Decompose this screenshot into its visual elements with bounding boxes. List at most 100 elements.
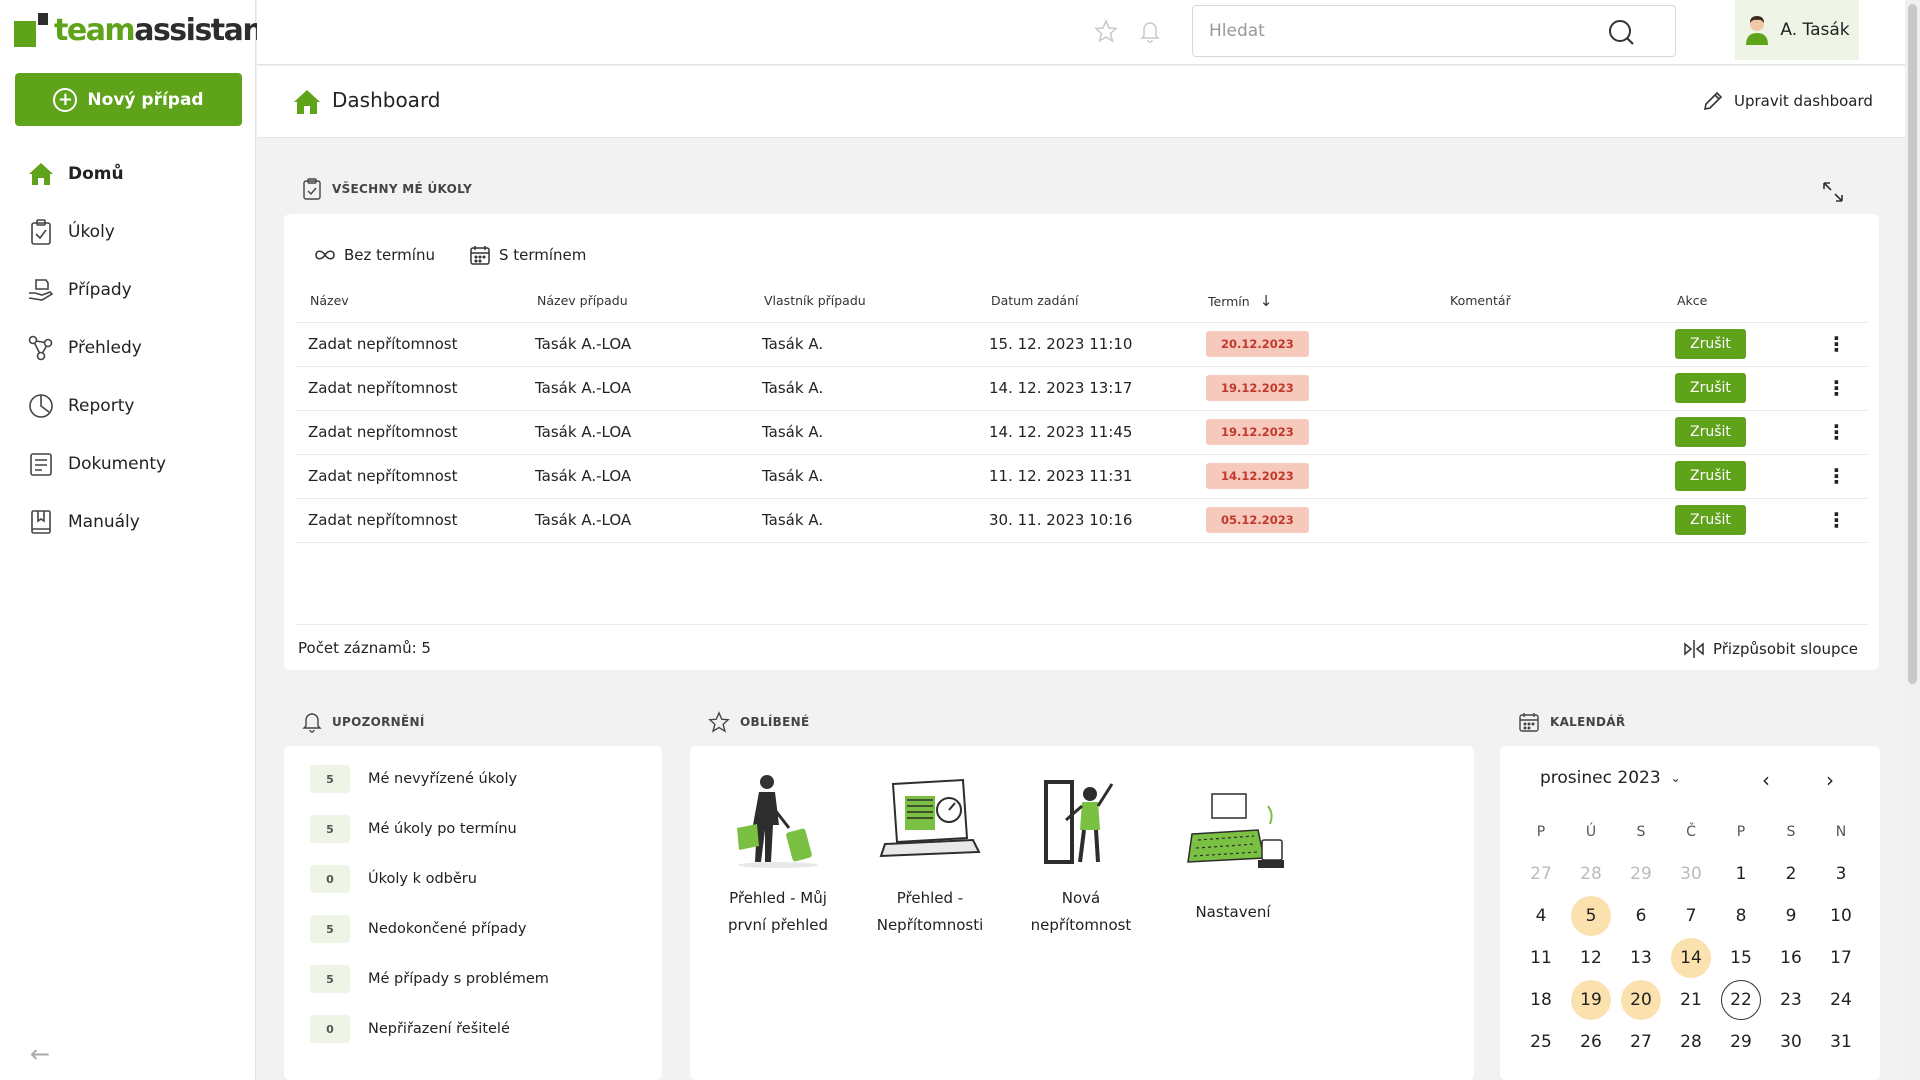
calendar-day[interactable]: 10 bbox=[1816, 895, 1866, 937]
more-vertical-icon[interactable]: ⋮ bbox=[1805, 332, 1868, 356]
calendar-day[interactable]: 28 bbox=[1566, 853, 1616, 895]
calendar-day[interactable]: 27 bbox=[1616, 1021, 1666, 1063]
table-row[interactable]: Zadat nepřítomnost Tasák A.-LOA Tasák A.… bbox=[296, 321, 1868, 366]
more-vertical-icon[interactable]: ⋮ bbox=[1805, 420, 1868, 444]
sidebar-item-documents[interactable]: Dokumenty bbox=[0, 435, 256, 493]
edit-dashboard-button[interactable]: Upravit dashboard bbox=[1702, 90, 1873, 112]
new-case-button[interactable]: + Nový případ bbox=[15, 73, 242, 126]
favorite-item[interactable]: Nastavení bbox=[1158, 784, 1308, 926]
next-month-chevron-right-icon[interactable]: › bbox=[1826, 768, 1834, 792]
calendar-day[interactable]: 8 bbox=[1716, 895, 1766, 937]
calendar-day[interactable]: 30 bbox=[1666, 853, 1716, 895]
more-vertical-icon[interactable]: ⋮ bbox=[1805, 464, 1868, 488]
tab-with-deadline[interactable]: S termínem bbox=[469, 244, 586, 266]
home-icon bbox=[28, 161, 54, 187]
sidebar-item-overviews[interactable]: Přehledy bbox=[0, 319, 256, 377]
adjust-columns-button[interactable]: Přizpůsobit sloupce bbox=[1683, 639, 1858, 659]
calendar-day[interactable]: 7 bbox=[1666, 895, 1716, 937]
sidebar-item-cases[interactable]: Případy bbox=[0, 261, 256, 319]
table-row[interactable]: Zadat nepřítomnost Tasák A.-LOA Tasák A.… bbox=[296, 409, 1868, 454]
calendar-day[interactable]: 18 bbox=[1516, 979, 1566, 1021]
prev-month-chevron-left-icon[interactable]: ‹ bbox=[1762, 768, 1770, 792]
calendar-day[interactable]: 6 bbox=[1616, 895, 1666, 937]
calendar-day[interactable]: 29 bbox=[1716, 1021, 1766, 1063]
notification-item[interactable]: 5 Nedokončené případy bbox=[310, 915, 526, 943]
calendar-day[interactable]: 1 bbox=[1716, 853, 1766, 895]
calendar-day[interactable]: 3 bbox=[1816, 853, 1866, 895]
collapse-sidebar-arrow-icon[interactable]: ← bbox=[30, 1040, 50, 1068]
scrollbar-thumb[interactable] bbox=[1908, 4, 1917, 684]
column-header-date[interactable]: Datum zadání bbox=[977, 280, 1194, 322]
table-row[interactable]: Zadat nepřítomnost Tasák A.-LOA Tasák A.… bbox=[296, 365, 1868, 410]
page-scrollbar[interactable] bbox=[1905, 0, 1920, 1080]
column-header-owner[interactable]: Vlastník případu bbox=[750, 280, 977, 322]
cancel-button[interactable]: Zrušit bbox=[1675, 417, 1746, 447]
sidebar-item-tasks[interactable]: Úkoly bbox=[0, 203, 256, 261]
calendar-day[interactable]: 19 bbox=[1566, 979, 1616, 1021]
cancel-button[interactable]: Zrušit bbox=[1675, 461, 1746, 491]
notification-item[interactable]: 5 Mé nevyřízené úkoly bbox=[310, 765, 517, 793]
calendar-day[interactable]: 27 bbox=[1516, 853, 1566, 895]
column-header-comment[interactable]: Komentář bbox=[1436, 280, 1663, 322]
calendar-day[interactable]: 20 bbox=[1616, 979, 1666, 1021]
calendar-day[interactable]: 28 bbox=[1666, 1021, 1716, 1063]
sidebar-item-home[interactable]: Domů bbox=[0, 145, 256, 203]
more-vertical-icon[interactable]: ⋮ bbox=[1805, 508, 1868, 532]
month-selector[interactable]: prosinec 2023 ⌄ bbox=[1540, 768, 1681, 788]
logo[interactable]: teamassistant bbox=[14, 10, 277, 50]
calendar-day[interactable]: 21 bbox=[1666, 979, 1716, 1021]
calendar-day[interactable]: 29 bbox=[1616, 853, 1666, 895]
calendar-day[interactable]: 23 bbox=[1766, 979, 1816, 1021]
table-row[interactable]: Zadat nepřítomnost Tasák A.-LOA Tasák A.… bbox=[296, 497, 1868, 543]
home-icon bbox=[294, 90, 320, 114]
calendar-day[interactable]: 26 bbox=[1566, 1021, 1616, 1063]
calendar-day[interactable]: 22 bbox=[1716, 979, 1766, 1021]
sort-arrow-down-icon[interactable]: ↓ bbox=[1260, 292, 1273, 310]
notification-item[interactable]: 0 Nepřiřazení řešitelé bbox=[310, 1015, 510, 1043]
calendar-day[interactable]: 9 bbox=[1766, 895, 1816, 937]
cancel-button[interactable]: Zrušit bbox=[1675, 505, 1746, 535]
calendar-day[interactable]: 12 bbox=[1566, 937, 1616, 979]
expand-icon[interactable] bbox=[1821, 180, 1845, 208]
calendar-day[interactable]: 17 bbox=[1816, 937, 1866, 979]
star-icon[interactable] bbox=[1093, 18, 1119, 44]
calendar-day[interactable]: 5 bbox=[1566, 895, 1616, 937]
column-header-deadline[interactable]: Termín ↓ bbox=[1194, 280, 1436, 322]
table-row[interactable]: Zadat nepřítomnost Tasák A.-LOA Tasák A.… bbox=[296, 453, 1868, 498]
search-icon[interactable] bbox=[1607, 18, 1635, 46]
calendar-day[interactable]: 16 bbox=[1766, 937, 1816, 979]
calendar-day-number: 29 bbox=[1630, 864, 1652, 884]
calendar-day[interactable]: 30 bbox=[1766, 1021, 1816, 1063]
notification-item[interactable]: 5 Mé úkoly po termínu bbox=[310, 815, 517, 843]
column-header-name[interactable]: Název bbox=[296, 280, 523, 322]
sidebar-item-manuals[interactable]: Manuály bbox=[0, 493, 256, 551]
cancel-button[interactable]: Zrušit bbox=[1675, 329, 1746, 359]
calendar-day[interactable]: 2 bbox=[1766, 853, 1816, 895]
notification-item[interactable]: 0 Úkoly k odběru bbox=[310, 865, 477, 893]
calendar-day[interactable]: 14 bbox=[1666, 937, 1716, 979]
tab-no-deadline[interactable]: Bez termínu bbox=[314, 244, 435, 266]
calendar-day[interactable]: 31 bbox=[1816, 1021, 1866, 1063]
bell-icon[interactable] bbox=[1137, 18, 1163, 44]
calendar-section-header: KALENDÁŘ bbox=[1518, 711, 1625, 733]
favorite-item[interactable]: Přehled - Můj první přehled bbox=[703, 770, 853, 939]
calendar-day[interactable]: 4 bbox=[1516, 895, 1566, 937]
calendar-day[interactable]: 25 bbox=[1516, 1021, 1566, 1063]
more-vertical-icon[interactable]: ⋮ bbox=[1805, 376, 1868, 400]
weekday-label: P bbox=[1536, 824, 1546, 840]
calendar-day-number: 22 bbox=[1721, 980, 1761, 1020]
notification-item[interactable]: 5 Mé případy s problémem bbox=[310, 965, 549, 993]
user-menu-button[interactable]: A. Tasák bbox=[1735, 0, 1859, 60]
column-header-case[interactable]: Název případu bbox=[523, 280, 750, 322]
calendar-day[interactable]: 11 bbox=[1516, 937, 1566, 979]
sidebar-item-reports[interactable]: Reporty bbox=[0, 377, 256, 435]
calendar-day[interactable]: 13 bbox=[1616, 937, 1666, 979]
cancel-button[interactable]: Zrušit bbox=[1675, 373, 1746, 403]
page-title: Dashboard bbox=[332, 88, 441, 112]
calendar-day[interactable]: 24 bbox=[1816, 979, 1866, 1021]
calendar-day[interactable]: 15 bbox=[1716, 937, 1766, 979]
search-input[interactable] bbox=[1193, 6, 1593, 56]
favorite-item[interactable]: Přehled - Nepřítomnosti bbox=[855, 770, 1005, 939]
weekday-label: P bbox=[1736, 824, 1746, 840]
favorite-item[interactable]: Nová nepřítomnost bbox=[1006, 770, 1156, 939]
